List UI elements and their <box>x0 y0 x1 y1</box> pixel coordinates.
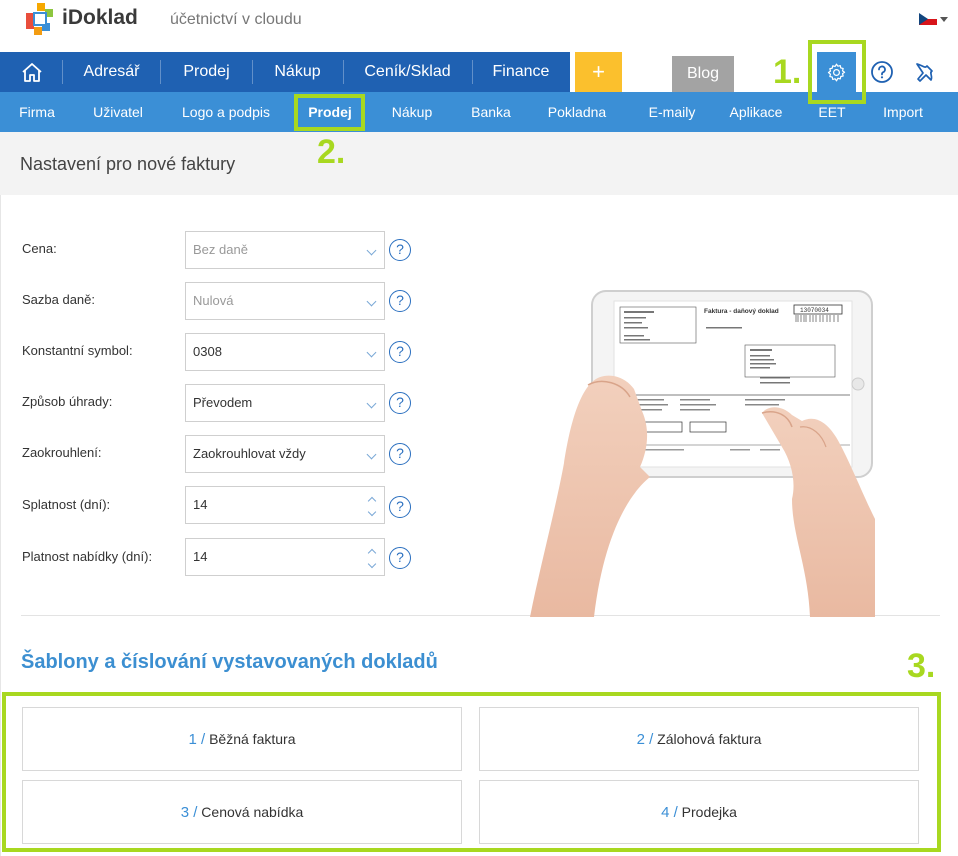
nav-item-nakup[interactable]: Nákup <box>253 52 342 92</box>
chevron-down-icon <box>366 245 377 256</box>
czech-flag-icon[interactable] <box>919 13 937 25</box>
spinner-up-icon[interactable] <box>367 548 377 558</box>
nav-item-finance[interactable]: Finance <box>473 52 569 92</box>
nav-item-cenik-sklad[interactable]: Ceník/Sklad <box>344 52 471 92</box>
news-icon[interactable] <box>912 60 936 84</box>
help-question-icon[interactable]: ? <box>389 496 411 518</box>
offer-validity-value: 14 <box>193 549 208 564</box>
due-days-label: Splatnost (dní): <box>22 497 111 512</box>
price-label: Cena: <box>22 241 57 256</box>
due-days-value: 14 <box>193 497 208 512</box>
help-question-icon[interactable]: ? <box>389 547 411 569</box>
annotation-3: 3. <box>907 647 936 685</box>
annotation-1: 1. <box>773 53 802 91</box>
payment-method-select[interactable]: Převodem <box>185 384 385 422</box>
rounding-select[interactable]: Zaokrouhlovat vždy <box>185 435 385 473</box>
nav-separator <box>62 60 63 84</box>
highlight-settings <box>808 40 866 104</box>
payment-method-value: Převodem <box>193 395 253 410</box>
blog-button[interactable]: Blog <box>672 56 734 92</box>
chevron-down-icon <box>366 296 377 307</box>
help-question-icon[interactable]: ? <box>389 392 411 414</box>
language-caret-icon[interactable] <box>940 17 948 22</box>
subnav-item-banka[interactable]: Banka <box>454 92 528 132</box>
due-days-stepper[interactable]: 14 <box>185 486 385 524</box>
invoice-title: Faktura - daňový doklad <box>704 308 779 315</box>
add-new-button[interactable]: + <box>575 52 622 92</box>
annotation-2: 2. <box>317 133 346 171</box>
invoice-number: 13070034 <box>800 307 829 314</box>
logo-text[interactable]: iDoklad <box>62 6 138 30</box>
subnav-item-uzivatel[interactable]: Uživatel <box>74 92 162 132</box>
chevron-down-icon <box>366 449 377 460</box>
price-select[interactable]: Bez daně <box>185 231 385 269</box>
help-question-icon[interactable]: ? <box>389 290 411 312</box>
vat-value: Nulová <box>193 293 234 308</box>
tablet-illustration: Faktura - daňový doklad 13070034 <box>530 290 875 617</box>
help-question-icon[interactable]: ? <box>389 443 411 465</box>
offer-validity-label: Platnost nabídky (dní): <box>22 549 153 564</box>
nav-item-prodej[interactable]: Prodej <box>161 52 252 92</box>
rounding-label: Zaokrouhlení: <box>22 445 102 460</box>
templates-title: Šablony a číslování vystavovaných doklad… <box>21 651 438 673</box>
highlight-prodej-tab <box>294 94 365 131</box>
constant-symbol-label: Konstantní symbol: <box>22 343 133 358</box>
slogan: účetnictví v cloudu <box>170 11 302 28</box>
highlight-templates <box>2 692 941 852</box>
constant-symbol-value: 0308 <box>193 344 222 359</box>
spinner-down-icon[interactable] <box>367 507 377 517</box>
subnav-item-logo-a-podpis[interactable]: Logo a podpis <box>162 92 290 132</box>
subnav-item-aplikace[interactable]: Aplikace <box>718 92 794 132</box>
help-question-icon[interactable]: ? <box>389 239 411 261</box>
chevron-down-icon <box>366 347 377 358</box>
subnav-item-nakup[interactable]: Nákup <box>370 92 454 132</box>
constant-symbol-select[interactable]: 0308 <box>185 333 385 371</box>
help-icon[interactable] <box>870 60 894 84</box>
vat-rate-select[interactable]: Nulová <box>185 282 385 320</box>
home-icon[interactable] <box>20 61 44 83</box>
vat-label: Sazba daně: <box>22 292 96 307</box>
rounding-value: Zaokrouhlovat vždy <box>193 446 306 461</box>
subnav-item-import[interactable]: Import <box>868 92 938 132</box>
chevron-down-icon <box>366 398 377 409</box>
subnav-item-firma[interactable]: Firma <box>0 92 74 132</box>
nav-item-adresar[interactable]: Adresář <box>64 52 159 92</box>
spinner-down-icon[interactable] <box>367 559 377 569</box>
idoklad-logo[interactable] <box>24 3 56 35</box>
section-header: Nastavení pro nové faktury <box>0 132 958 195</box>
spinner-up-icon[interactable] <box>367 496 377 506</box>
price-value: Bez daně <box>193 242 248 257</box>
offer-validity-stepper[interactable]: 14 <box>185 538 385 576</box>
subnav-item-e-maily[interactable]: E-maily <box>626 92 718 132</box>
payment-method-label: Způsob úhrady: <box>22 394 113 409</box>
subnav-item-pokladna[interactable]: Pokladna <box>528 92 626 132</box>
section-title: Nastavení pro nové faktury <box>20 154 236 174</box>
help-question-icon[interactable]: ? <box>389 341 411 363</box>
